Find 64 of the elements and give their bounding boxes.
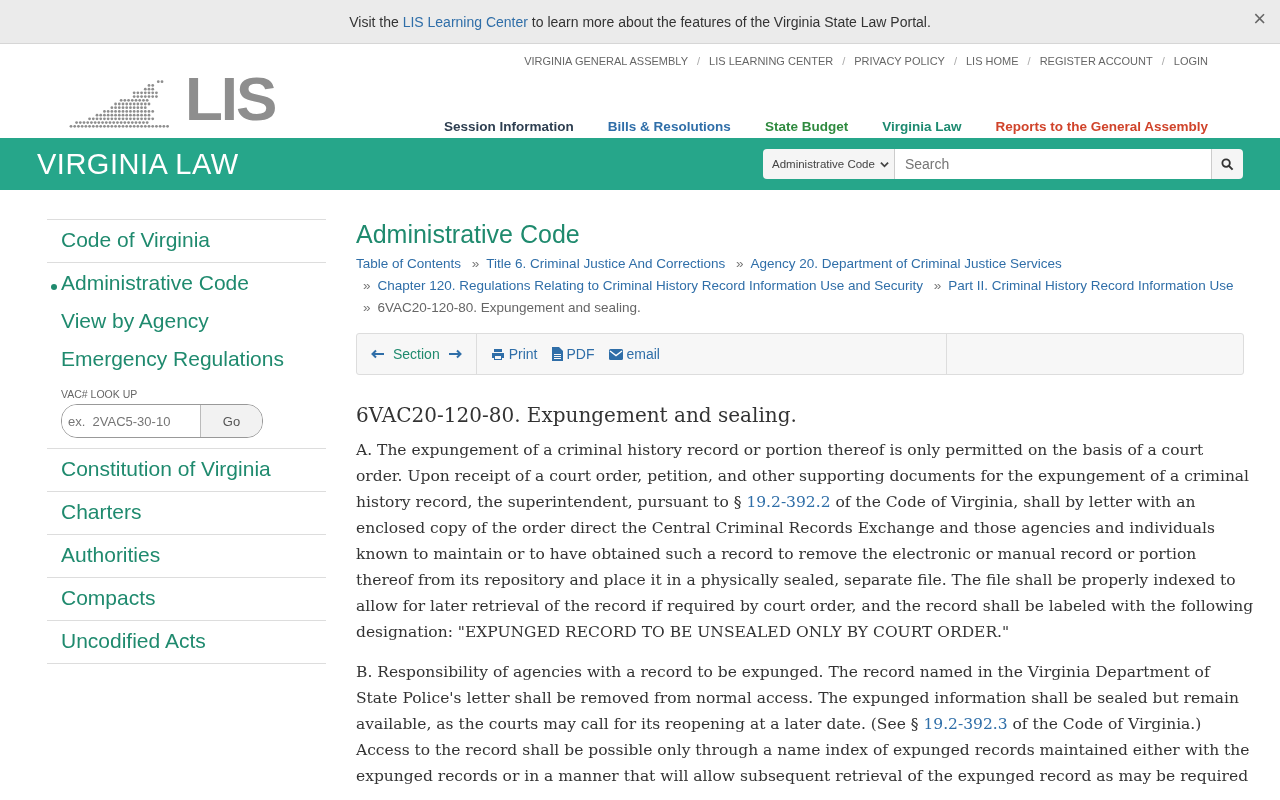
search-icon xyxy=(1221,157,1234,171)
sidebar-link[interactable]: Constitution of Virginia xyxy=(61,457,271,481)
breadcrumb-separator: » xyxy=(933,278,942,293)
breadcrumb-separator: » xyxy=(363,278,371,293)
pdf-link[interactable]: PDF xyxy=(551,346,595,362)
arrow-right-icon xyxy=(447,349,462,359)
top-link[interactable]: PRIVACY POLICY xyxy=(854,55,945,67)
link-separator: / xyxy=(697,55,701,67)
breadcrumb-link[interactable]: Agency 20. Department of Criminal Justice Services xyxy=(750,256,1062,271)
close-button[interactable]: × xyxy=(1249,6,1270,32)
print-link[interactable]: Print xyxy=(490,346,538,362)
go-button[interactable]: Go xyxy=(200,405,262,437)
top-link[interactable]: REGISTER ACCOUNT xyxy=(1039,55,1153,67)
breadcrumb-separator: » xyxy=(471,256,480,271)
breadcrumb-separator: » xyxy=(363,300,371,315)
breadcrumb-link[interactable]: Chapter 120. Regulations Relating to Criminal History Record Information Use and Security xyxy=(377,278,924,293)
search-button[interactable] xyxy=(1211,149,1243,179)
paragraph: A. The expungement of a criminal history record or portion thereof is only permitted on the basis of a court order. Upon receipt of a court order, petition, and other supporting documents for the expungement of a criminal history record, the superintendent, pursuant to § 19.2-392.2 of the Code of Virginia, shall by letter with an enclosed copy of the order direct the Central Criminal Records Exchange and those agencies and individuals known to maintain or to have obtained such a record to remove the electronic or manual record or portion thereof from its repository and place it in a physically sealed, separate file. The file shall be properly indexed to allow for later retrieval of the record if required by court order, and the record shall be labeled with the following designation: "EXPUNGED RECORD TO BE UNSEALED ONLY BY COURT ORDER." xyxy=(356,440,1254,643)
scope-dropdown[interactable]: Administrative Code xyxy=(763,149,895,179)
main-nav-link[interactable]: Session Information xyxy=(444,119,574,134)
breadcrumb-link[interactable]: Table of Contents xyxy=(356,256,462,271)
link-separator: / xyxy=(1161,55,1165,67)
code-section-link[interactable]: 19.2-392.3 xyxy=(923,715,1008,733)
breadcrumb-current: 6VAC20-120-80. Expungement and sealing. xyxy=(377,300,641,315)
main-nav-link[interactable]: Bills & Resolutions xyxy=(607,119,731,134)
sidebar-link[interactable]: Administrative Code xyxy=(61,271,249,295)
code-section-link[interactable]: 19.2-392.2 xyxy=(746,493,831,511)
top-link[interactable]: LIS LEARNING CENTER xyxy=(709,55,834,67)
main-nav-link[interactable]: Reports to the General Assembly xyxy=(995,119,1208,134)
envelope-icon xyxy=(608,348,623,360)
section-heading: 6VAC20-120-80. Expungement and sealing. xyxy=(356,403,798,427)
sidebar-sublink[interactable]: View by Agency xyxy=(61,309,209,333)
link-separator: / xyxy=(1027,55,1031,67)
breadcrumb-link[interactable]: Part II. Criminal History Record Information Use xyxy=(948,278,1234,293)
link-separator: / xyxy=(953,55,957,67)
top-link[interactable]: VIRGINIA GENERAL ASSEMBLY xyxy=(524,55,688,67)
sidebar-sublink[interactable]: Emergency Regulations xyxy=(61,347,284,371)
sidebar-link[interactable]: Compacts xyxy=(61,586,156,610)
chevron-down-icon xyxy=(879,159,889,169)
main-nav-link[interactable]: State Budget xyxy=(764,119,849,134)
top-link[interactable]: LIS HOME xyxy=(966,55,1019,67)
lookup-field[interactable]: ex. 2VAC5-30-10 Go xyxy=(61,404,263,438)
top-link[interactable]: LOGIN xyxy=(1173,55,1208,67)
paragraph: B. Responsibility of agencies with a record to be expunged. The record named in the Virginia Department of State Police's letter shall be removed from normal access. The expunged information shall be sealed but remain available, as the courts may call for its reopening at a later date. (See § 19.2-392.3 of the Code of Virginia.) Access to the record shall be possible only through a name index of expunged records maintained either with the expunged records or in a manner that will allow subsequent retrieval of the expunged record as may be required xyxy=(356,662,1251,787)
sidebar-link[interactable]: Authorities xyxy=(61,543,161,567)
notice-text: Visit the LIS Learning Center to learn more about the features of the Virginia State Law Portal. xyxy=(349,13,931,30)
section-nav-link[interactable]: Section xyxy=(371,346,462,362)
learning-center-link[interactable]: LIS Learning Center xyxy=(402,13,528,30)
link-separator: / xyxy=(842,55,846,67)
site-logo[interactable]: LIS xyxy=(185,68,279,130)
search-field[interactable]: Search xyxy=(894,149,1211,179)
printer-icon xyxy=(490,347,505,361)
breadcrumb-separator: » xyxy=(735,256,744,271)
sidebar-link[interactable]: Code of Virginia xyxy=(61,228,211,252)
section-title: VIRGINIA LAW xyxy=(37,147,239,181)
breadcrumb-link[interactable]: Title 6. Criminal Justice And Corrections xyxy=(486,256,726,271)
sidebar-link[interactable]: Uncodified Acts xyxy=(61,629,206,653)
lookup-label: VAC# LOOK UP xyxy=(61,388,138,400)
main-nav-link[interactable]: Virginia Law xyxy=(882,119,962,134)
sidebar-link[interactable]: Charters xyxy=(61,500,142,524)
page-title: Administrative Code xyxy=(356,219,581,249)
document-icon xyxy=(551,347,563,361)
arrow-left-icon xyxy=(371,349,385,359)
email-link[interactable]: email xyxy=(608,346,660,362)
